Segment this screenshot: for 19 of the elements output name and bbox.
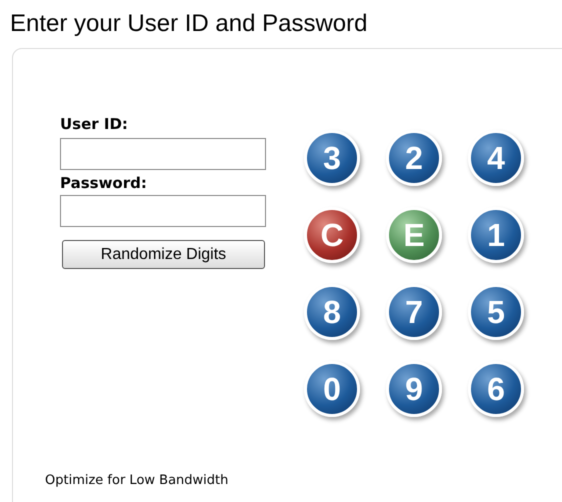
digit-key[interactable]: 3	[304, 130, 360, 186]
digit-key[interactable]: 7	[386, 284, 442, 340]
password-field[interactable]	[60, 195, 266, 227]
clear-key[interactable]: C	[304, 207, 360, 263]
randomize-button[interactable]: Randomize Digits	[62, 240, 265, 269]
digit-key[interactable]: 0	[304, 361, 360, 417]
user-id-label: User ID:	[60, 114, 129, 134]
digit-key[interactable]: 2	[386, 130, 442, 186]
low-bandwidth-link[interactable]: Optimize for Low Bandwidth	[45, 471, 228, 490]
digit-key[interactable]: 9	[386, 361, 442, 417]
digit-key[interactable]: 5	[468, 284, 524, 340]
page-title: Enter your User ID and Password	[10, 9, 368, 39]
digit-key[interactable]: 8	[304, 284, 360, 340]
digit-key[interactable]: 4	[468, 130, 524, 186]
user-id-field[interactable]	[60, 138, 266, 170]
password-label: Password:	[60, 173, 148, 193]
digit-key[interactable]: 6	[468, 361, 524, 417]
digit-key[interactable]: 1	[468, 207, 524, 263]
enter-key[interactable]: E	[386, 207, 442, 263]
